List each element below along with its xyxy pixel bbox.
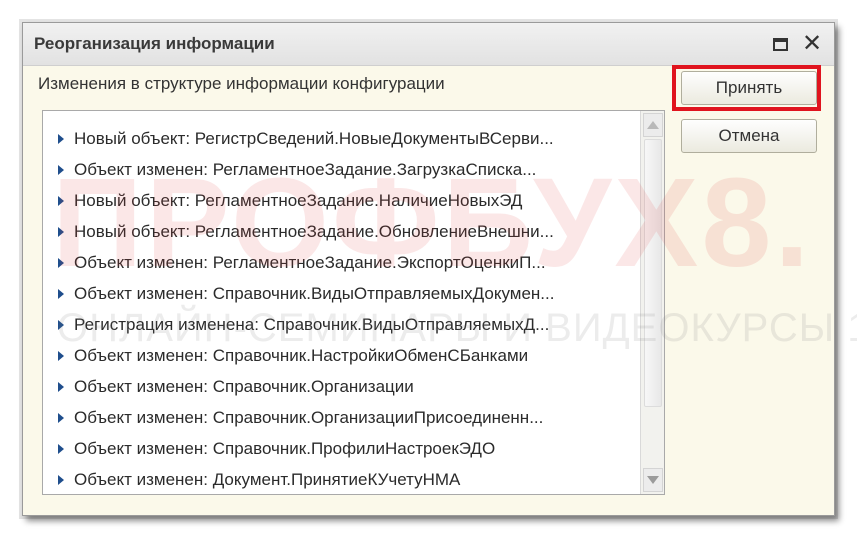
scroll-thumb[interactable]: [644, 139, 662, 407]
expand-arrow-icon[interactable]: [58, 381, 64, 392]
expand-arrow-icon[interactable]: [58, 350, 64, 361]
window-title: Реорганизация информации: [34, 34, 275, 53]
changes-list[interactable]: Новый объект: РегистрСведений.НовыеДокум…: [42, 110, 665, 495]
changes-heading: Изменения в структуре информации конфигу…: [38, 74, 445, 93]
list-item-label: Новый объект: РегламентноеЗадание.Наличи…: [74, 190, 523, 210]
list-item[interactable]: Объект изменен: РегламентноеЗадание.Эксп…: [43, 247, 640, 278]
maximize-icon: [772, 37, 788, 51]
expand-arrow-icon[interactable]: [58, 133, 64, 144]
list-item[interactable]: Объект изменен: Документ.ПринятиеКУчетуН…: [43, 464, 640, 494]
list-item[interactable]: Объект изменен: Справочник.ПрофилиНастро…: [43, 433, 640, 464]
list-item-label: Объект изменен: Справочник.НастройкиОбме…: [74, 345, 529, 365]
list-item-label: Объект изменен: РегламентноеЗадание.Эксп…: [74, 252, 546, 272]
list-item[interactable]: Новый объект: РегистрСведений.НовыеДокум…: [43, 123, 640, 154]
list-item[interactable]: Объект изменен: РегламентноеЗадание.Загр…: [43, 154, 640, 185]
list-item[interactable]: Объект изменен: Справочник.НастройкиОбме…: [43, 340, 640, 371]
expand-arrow-icon[interactable]: [58, 443, 64, 454]
expand-arrow-icon[interactable]: [58, 412, 64, 423]
expand-arrow-icon[interactable]: [58, 195, 64, 206]
scroll-down-icon: [647, 476, 659, 484]
list-item-label: Объект изменен: РегламентноеЗадание.Загр…: [74, 159, 537, 179]
scroll-down-button[interactable]: [643, 468, 663, 492]
expand-arrow-icon[interactable]: [58, 288, 64, 299]
list-item-label: Объект изменен: Справочник.ВидыОтправляе…: [74, 283, 555, 303]
scroll-up-button[interactable]: [643, 113, 663, 137]
maximize-button[interactable]: [768, 32, 792, 56]
reorganization-dialog: Реорганизация информации ✕ Изменения в с…: [22, 22, 835, 516]
close-icon: ✕: [801, 30, 823, 57]
changes-list-items: Новый объект: РегистрСведений.НовыеДокум…: [43, 111, 640, 494]
scroll-up-icon: [647, 121, 659, 129]
list-item-label: Объект изменен: Справочник.ОрганизацииПр…: [74, 407, 544, 427]
list-item-label: Объект изменен: Справочник.ПрофилиНастро…: [74, 438, 496, 458]
cancel-button[interactable]: Отмена: [681, 119, 817, 153]
list-item[interactable]: Новый объект: РегламентноеЗадание.Наличи…: [43, 185, 640, 216]
title-bar: Реорганизация информации ✕: [23, 23, 834, 66]
list-item[interactable]: Регистрация изменена: Справочник.ВидыОтп…: [43, 309, 640, 340]
expand-arrow-icon[interactable]: [58, 257, 64, 268]
expand-arrow-icon[interactable]: [58, 164, 64, 175]
expand-arrow-icon[interactable]: [58, 474, 64, 485]
expand-arrow-icon[interactable]: [58, 319, 64, 330]
list-item-label: Новый объект: РегистрСведений.НовыеДокум…: [74, 128, 554, 148]
list-item-label: Регистрация изменена: Справочник.ВидыОтп…: [74, 314, 550, 334]
vertical-scrollbar[interactable]: [640, 111, 664, 494]
list-item-label: Объект изменен: Документ.ПринятиеКУчетуН…: [74, 469, 461, 489]
list-item[interactable]: Объект изменен: Справочник.ВидыОтправляе…: [43, 278, 640, 309]
list-item[interactable]: Объект изменен: Справочник.ОрганизацииПр…: [43, 402, 640, 433]
list-item-label: Объект изменен: Справочник.Организации: [74, 376, 414, 396]
close-button[interactable]: ✕: [800, 32, 824, 56]
expand-arrow-icon[interactable]: [58, 226, 64, 237]
list-item-label: Новый объект: РегламентноеЗадание.Обновл…: [74, 221, 554, 241]
list-item[interactable]: Новый объект: РегламентноеЗадание.Обновл…: [43, 216, 640, 247]
list-item[interactable]: Объект изменен: Справочник.Организации: [43, 371, 640, 402]
accept-button-highlight: [672, 65, 821, 111]
